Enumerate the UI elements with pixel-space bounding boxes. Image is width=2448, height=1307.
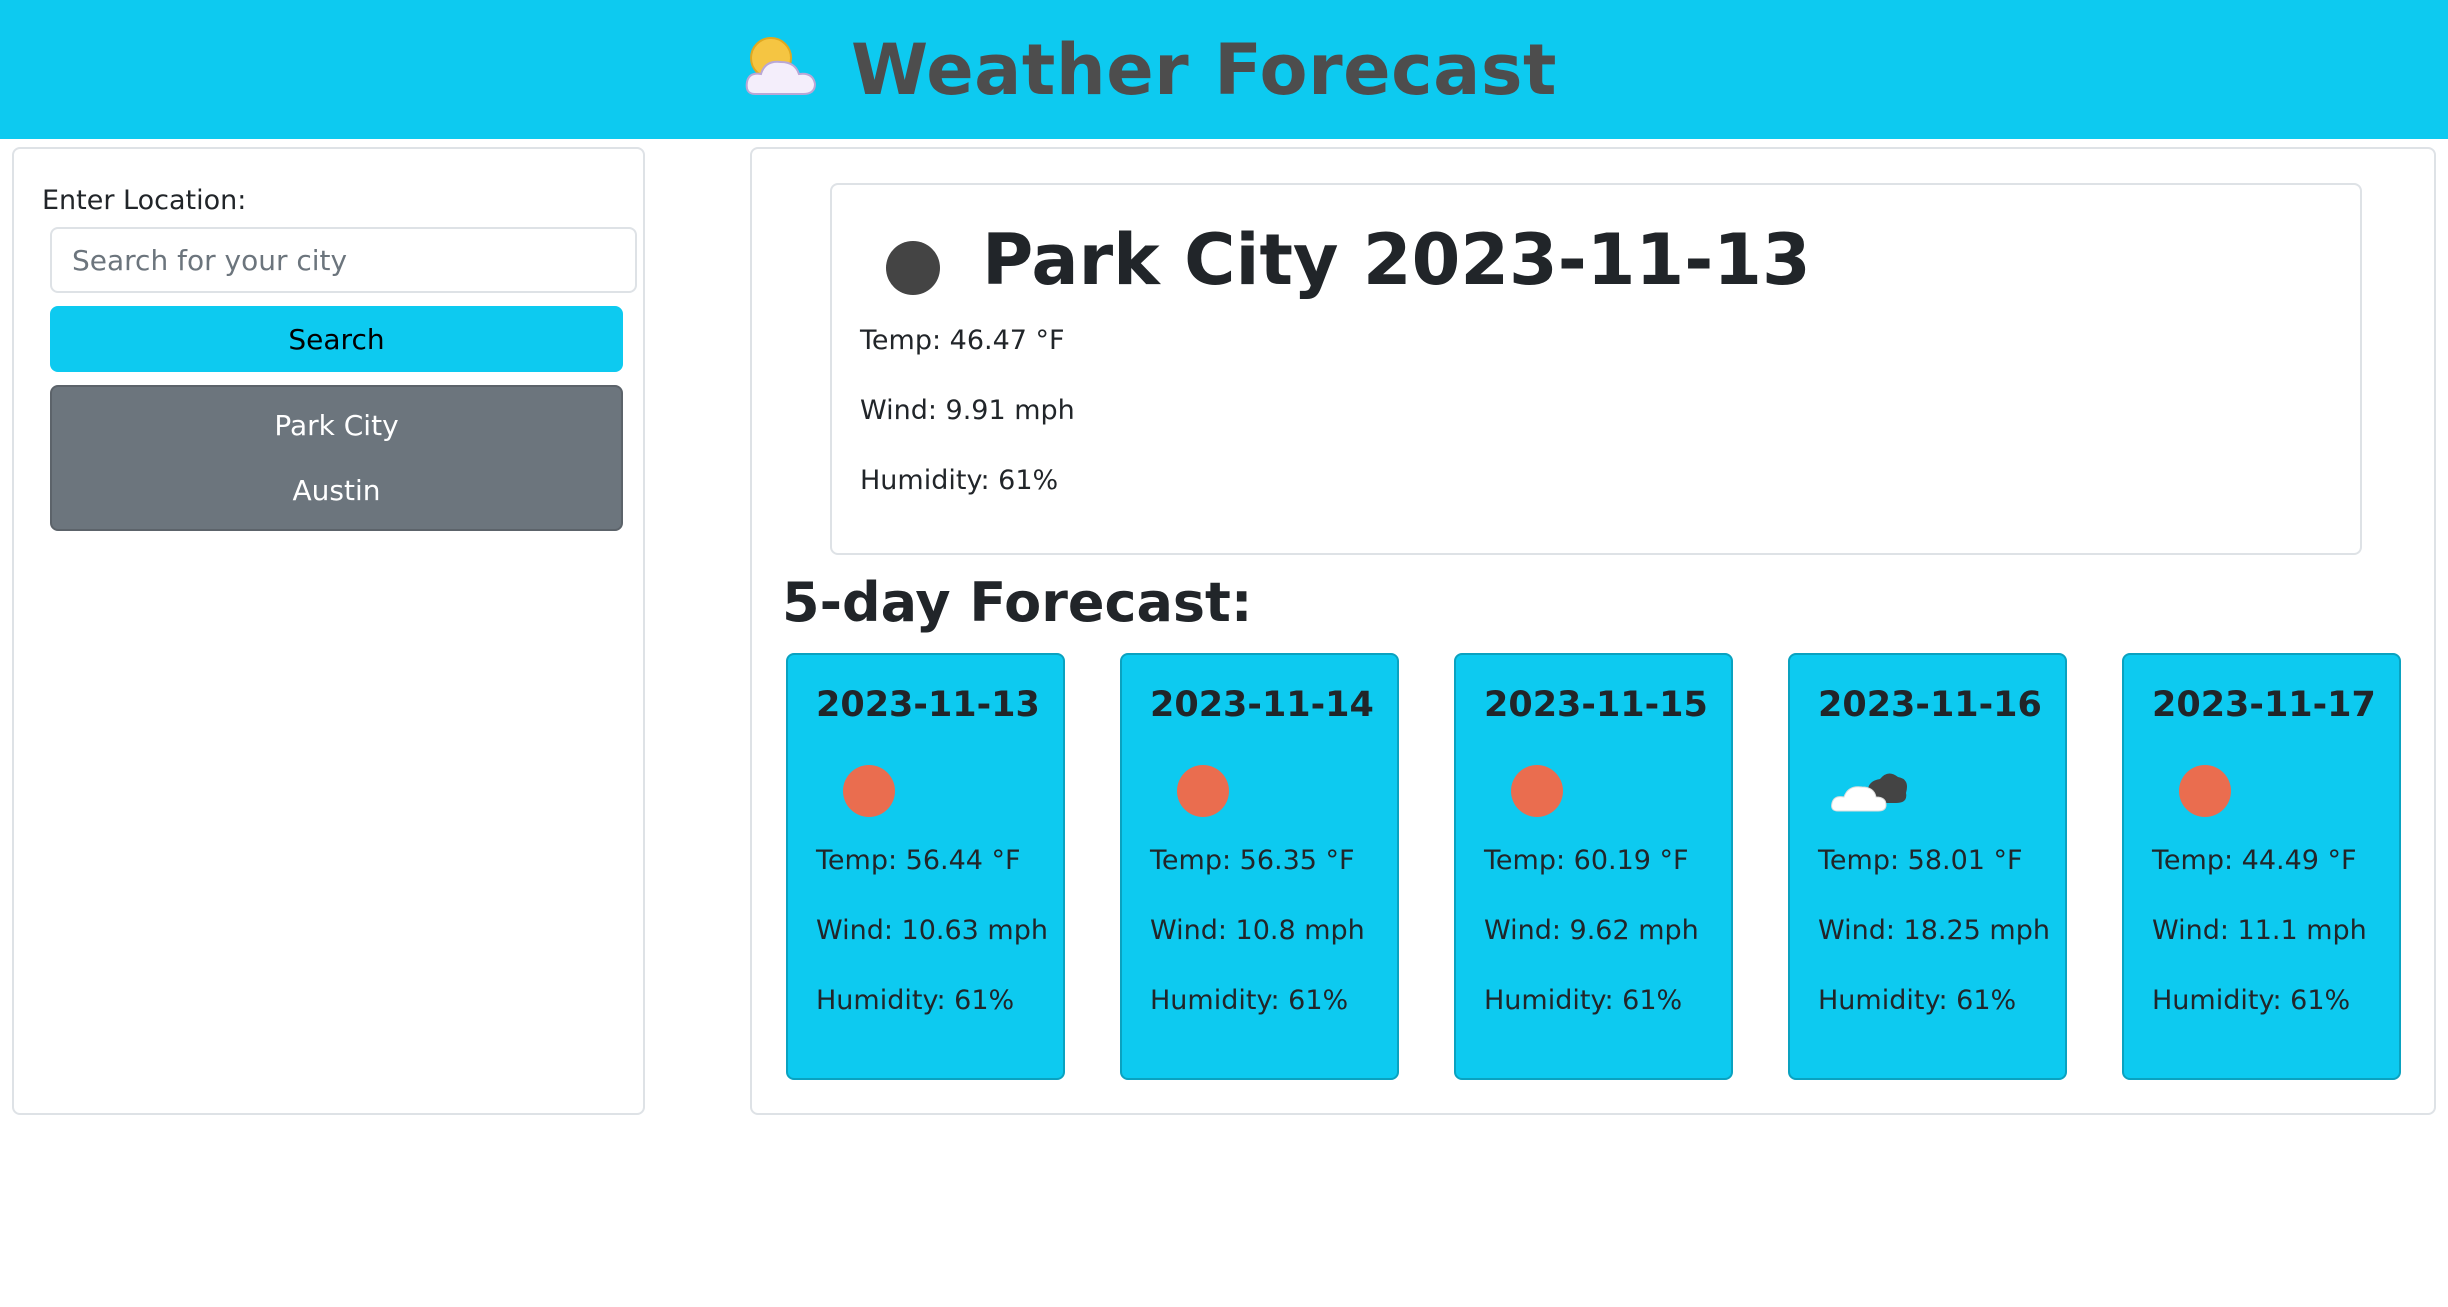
current-city-date: Park City 2023-11-13 bbox=[982, 219, 1811, 301]
history-item-park-city[interactable]: Park City bbox=[274, 409, 398, 442]
city-search-input[interactable] bbox=[50, 227, 637, 293]
sun-icon bbox=[843, 765, 895, 817]
forecast-card: 2023-11-17 Temp: 44.49 °F Wind: 11.1 mph… bbox=[2122, 653, 2401, 1080]
current-wind: Wind: 9.91 mph bbox=[860, 395, 1075, 426]
history-item-austin[interactable]: Austin bbox=[293, 474, 381, 507]
location-label: Enter Location: bbox=[42, 185, 247, 216]
forecast-temp: Temp: 56.44 °F bbox=[816, 845, 1021, 876]
forecast-card: 2023-11-13 Temp: 56.44 °F Wind: 10.63 mp… bbox=[786, 653, 1065, 1080]
forecast-humidity: Humidity: 61% bbox=[1818, 985, 2017, 1016]
forecast-wind: Wind: 10.63 mph bbox=[816, 915, 1048, 946]
forecast-wind: Wind: 10.8 mph bbox=[1150, 915, 1365, 946]
forecast-temp: Temp: 58.01 °F bbox=[1818, 845, 2023, 876]
forecast-date: 2023-11-13 bbox=[816, 685, 1040, 725]
forecast-heading: 5-day Forecast: bbox=[782, 571, 1253, 634]
weather-panel: Park City 2023-11-13 Temp: 46.47 °F Wind… bbox=[750, 147, 2436, 1115]
dark-circle-weather-icon bbox=[886, 241, 940, 295]
forecast-temp: Temp: 56.35 °F bbox=[1150, 845, 1355, 876]
app-header: Weather Forecast bbox=[0, 0, 2448, 139]
forecast-temp: Temp: 44.49 °F bbox=[2152, 845, 2357, 876]
forecast-wind: Wind: 11.1 mph bbox=[2152, 915, 2367, 946]
sun-behind-cloud-icon bbox=[741, 32, 821, 108]
forecast-wind: Wind: 18.25 mph bbox=[1818, 915, 2050, 946]
forecast-humidity: Humidity: 61% bbox=[1484, 985, 1683, 1016]
forecast-wind: Wind: 9.62 mph bbox=[1484, 915, 1699, 946]
forecast-humidity: Humidity: 61% bbox=[2152, 985, 2351, 1016]
app-title: Weather Forecast bbox=[850, 28, 1558, 111]
sun-icon bbox=[1177, 765, 1229, 817]
forecast-card: 2023-11-14 Temp: 56.35 °F Wind: 10.8 mph… bbox=[1120, 653, 1399, 1080]
current-weather-card: Park City 2023-11-13 Temp: 46.47 °F Wind… bbox=[830, 183, 2362, 555]
forecast-card: 2023-11-16 Temp: 58.01 °F Wind: 18.25 mp… bbox=[1788, 653, 2067, 1080]
forecast-temp: Temp: 60.19 °F bbox=[1484, 845, 1689, 876]
forecast-date: 2023-11-16 bbox=[1818, 685, 2042, 725]
search-history: Park City Austin bbox=[50, 385, 623, 531]
forecast-date: 2023-11-14 bbox=[1150, 685, 1374, 725]
sun-icon bbox=[1511, 765, 1563, 817]
forecast-humidity: Humidity: 61% bbox=[1150, 985, 1349, 1016]
search-button[interactable]: Search bbox=[50, 306, 623, 372]
forecast-humidity: Humidity: 61% bbox=[816, 985, 1015, 1016]
cloud-icon bbox=[1830, 765, 1910, 817]
current-temp: Temp: 46.47 °F bbox=[860, 325, 1065, 356]
current-humidity: Humidity: 61% bbox=[860, 465, 1059, 496]
sun-icon bbox=[2179, 765, 2231, 817]
header-inner: Weather Forecast bbox=[741, 29, 1557, 111]
forecast-date: 2023-11-15 bbox=[1484, 685, 1708, 725]
forecast-card: 2023-11-15 Temp: 60.19 °F Wind: 9.62 mph… bbox=[1454, 653, 1733, 1080]
search-sidebar: Enter Location: Search Park City Austin bbox=[12, 147, 645, 1115]
forecast-date: 2023-11-17 bbox=[2152, 685, 2376, 725]
